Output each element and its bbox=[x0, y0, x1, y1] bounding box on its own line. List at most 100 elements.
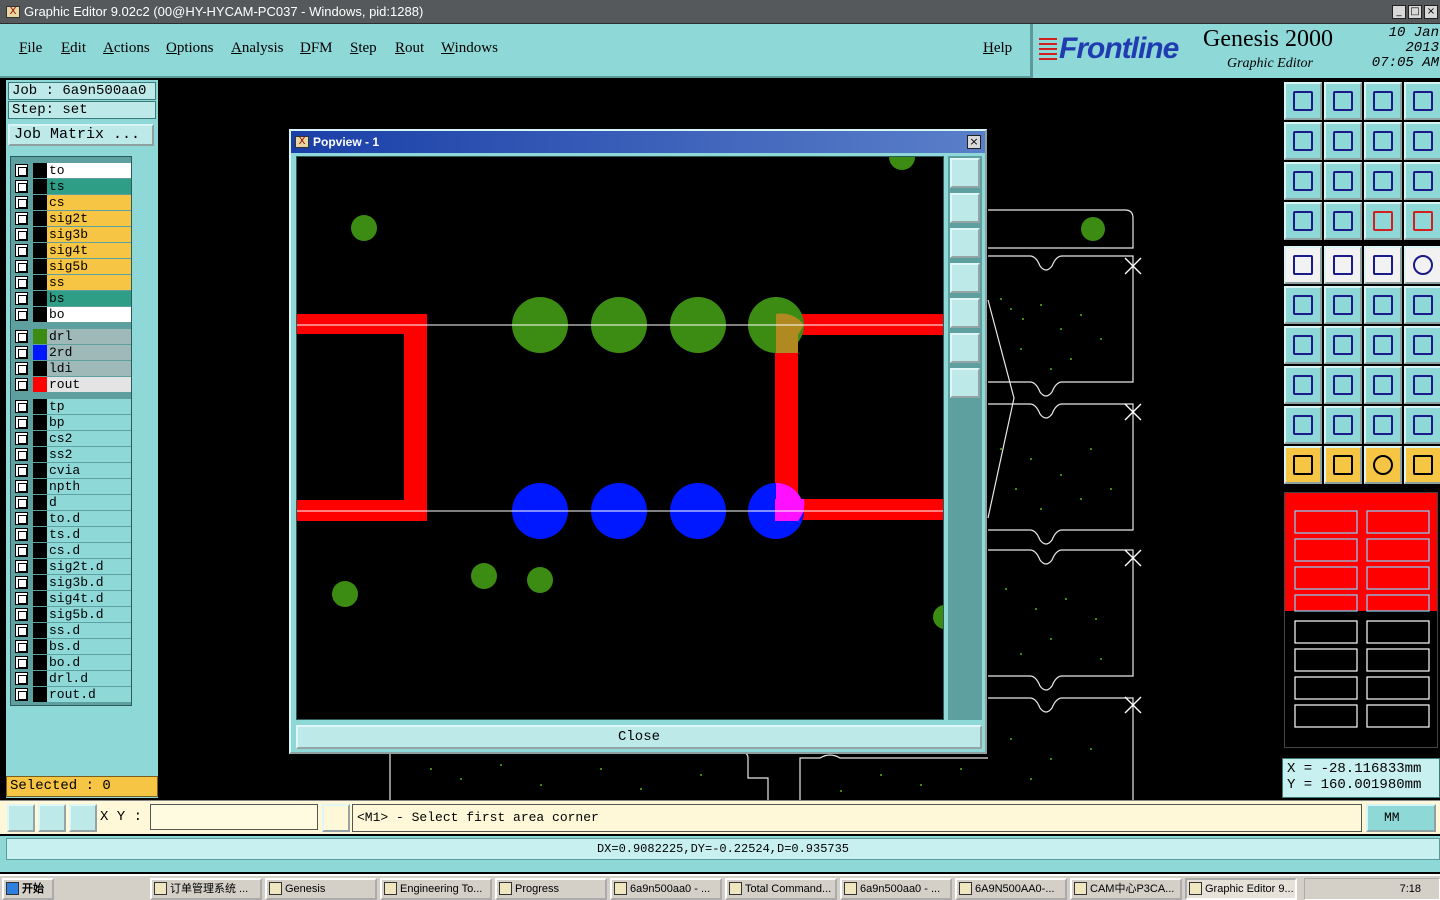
layer-color-swatch[interactable] bbox=[33, 399, 47, 414]
layer-color-swatch[interactable] bbox=[33, 447, 47, 462]
layer-name[interactable]: bo.d bbox=[47, 655, 131, 670]
menu-help[interactable]: Help bbox=[983, 40, 1012, 57]
circle-icon[interactable] bbox=[1404, 246, 1440, 284]
layer-checkbox[interactable] bbox=[15, 164, 28, 177]
layer-checkbox[interactable] bbox=[15, 260, 28, 273]
layer-color-swatch[interactable] bbox=[33, 243, 47, 258]
open-icon[interactable] bbox=[1284, 82, 1322, 120]
layer-row[interactable]: bs bbox=[15, 291, 131, 306]
taskbar-item[interactable]: CAM中心P3CA... bbox=[1070, 878, 1182, 900]
start-button[interactable]: 开始 bbox=[2, 878, 54, 900]
layer-color-swatch[interactable] bbox=[33, 463, 47, 478]
layer-color-swatch[interactable] bbox=[33, 559, 47, 574]
layer-color-swatch[interactable] bbox=[33, 495, 47, 510]
rotate-icon[interactable] bbox=[1364, 326, 1402, 364]
layer-checkbox[interactable] bbox=[15, 196, 28, 209]
add-line-icon[interactable] bbox=[1324, 246, 1362, 284]
layer-row[interactable]: ss bbox=[15, 275, 131, 290]
minimize-icon[interactable]: _ bbox=[1392, 5, 1406, 19]
layer-name[interactable]: bo bbox=[47, 307, 131, 322]
layer-checkbox[interactable] bbox=[15, 244, 28, 257]
layer-name[interactable]: to.d bbox=[47, 511, 131, 526]
layer-color-swatch[interactable] bbox=[33, 307, 47, 322]
layer-color-swatch[interactable] bbox=[33, 275, 47, 290]
layer-name[interactable]: d bbox=[47, 495, 131, 510]
layer-color-swatch[interactable] bbox=[33, 415, 47, 430]
menu-actions[interactable]: Actions bbox=[103, 40, 150, 57]
layer-color-swatch[interactable] bbox=[33, 671, 47, 686]
taskbar-item[interactable]: 6a9n500aa0 - ... bbox=[840, 878, 952, 900]
layer-row[interactable]: cs.d bbox=[15, 543, 131, 558]
zoom-1-2-icon[interactable] bbox=[1364, 162, 1402, 200]
layer-name[interactable]: cs2 bbox=[47, 431, 131, 446]
layer-checkbox[interactable] bbox=[15, 512, 28, 525]
layer-row[interactable]: sig3b bbox=[15, 227, 131, 242]
width-icon[interactable] bbox=[1364, 366, 1402, 404]
layer-checkbox[interactable] bbox=[15, 496, 28, 509]
layer-row[interactable]: to.d bbox=[15, 511, 131, 526]
layer-row[interactable]: sig2t.d bbox=[15, 559, 131, 574]
layer-name[interactable]: to bbox=[47, 163, 131, 178]
layer-name[interactable]: sig2t.d bbox=[47, 559, 131, 574]
layer-toggle-icon[interactable] bbox=[1404, 202, 1440, 240]
layer-row[interactable]: ts bbox=[15, 179, 131, 194]
layer-checkbox[interactable] bbox=[15, 672, 28, 685]
layer-color-swatch[interactable] bbox=[33, 195, 47, 210]
layer-color-swatch[interactable] bbox=[33, 179, 47, 194]
layer-name[interactable]: npth bbox=[47, 479, 131, 494]
layer-color-swatch[interactable] bbox=[33, 575, 47, 590]
xy-input[interactable] bbox=[150, 804, 318, 830]
layer-color-swatch[interactable] bbox=[33, 591, 47, 606]
layer-color-swatch[interactable] bbox=[33, 361, 47, 376]
layer-color-swatch[interactable] bbox=[33, 623, 47, 638]
line-select-icon[interactable] bbox=[1324, 366, 1362, 404]
layer-name[interactable]: sig3b.d bbox=[47, 575, 131, 590]
layer-name[interactable]: rout.d bbox=[47, 687, 131, 702]
layer-name[interactable]: sig4t bbox=[47, 243, 131, 258]
layer-checkbox[interactable] bbox=[15, 432, 28, 445]
layer-row[interactable]: 2rd bbox=[15, 345, 131, 360]
layer-checkbox[interactable] bbox=[15, 346, 28, 359]
close-icon[interactable]: × bbox=[1424, 5, 1438, 19]
layer-checkbox[interactable] bbox=[15, 576, 28, 589]
undo-view-icon[interactable] bbox=[1364, 122, 1402, 160]
layer-row[interactable]: rout.d bbox=[15, 687, 131, 702]
layer-name[interactable]: sig5b.d bbox=[47, 607, 131, 622]
pointer-box-icon[interactable] bbox=[1324, 446, 1362, 484]
layer-checkbox[interactable] bbox=[15, 228, 28, 241]
layer-color-swatch[interactable] bbox=[33, 479, 47, 494]
maximize-icon[interactable]: □ bbox=[1408, 5, 1422, 19]
layer-row[interactable]: rout bbox=[15, 377, 131, 392]
layer-name[interactable]: bp bbox=[47, 415, 131, 430]
popview-titlebar[interactable]: X Popview - 1 × bbox=[291, 131, 985, 153]
snap-icon[interactable] bbox=[7, 804, 35, 832]
layer-row[interactable]: sig2t bbox=[15, 211, 131, 226]
popview-zoom-in-icon[interactable] bbox=[950, 228, 980, 258]
layer-name[interactable]: ts bbox=[47, 179, 131, 194]
popview-close-icon[interactable]: × bbox=[967, 135, 981, 149]
layer-row[interactable]: sig4t.d bbox=[15, 591, 131, 606]
menu-dfm[interactable]: DFM bbox=[300, 40, 333, 57]
layer-color-swatch[interactable] bbox=[33, 227, 47, 242]
window-icon[interactable] bbox=[1404, 82, 1440, 120]
layer-checkbox[interactable] bbox=[15, 330, 28, 343]
layer-checkbox[interactable] bbox=[15, 544, 28, 557]
layer-row[interactable]: drl.d bbox=[15, 671, 131, 686]
layer-color-swatch[interactable] bbox=[33, 607, 47, 622]
layer-checkbox[interactable] bbox=[15, 180, 28, 193]
layer-name[interactable]: tp bbox=[47, 399, 131, 414]
move-icon[interactable] bbox=[1364, 286, 1402, 324]
layer-name[interactable]: ss.d bbox=[47, 623, 131, 638]
layer-color-swatch[interactable] bbox=[33, 377, 47, 392]
layer-color-swatch[interactable] bbox=[33, 259, 47, 274]
popview-pan-right-icon[interactable] bbox=[950, 298, 980, 328]
delete-icon[interactable] bbox=[1324, 286, 1362, 324]
select-feature-icon[interactable] bbox=[1284, 366, 1322, 404]
pointer-circle-icon[interactable] bbox=[1364, 446, 1402, 484]
taskbar-item[interactable]: 6A9N500AA0-... bbox=[955, 878, 1067, 900]
info-icon[interactable] bbox=[322, 804, 350, 832]
menu-file[interactable]: File bbox=[19, 40, 42, 57]
layer-name[interactable]: sig5b bbox=[47, 259, 131, 274]
popview-zoom-home-icon[interactable] bbox=[950, 193, 980, 223]
taskbar-item[interactable]: 6a9n500aa0 - ... bbox=[610, 878, 722, 900]
